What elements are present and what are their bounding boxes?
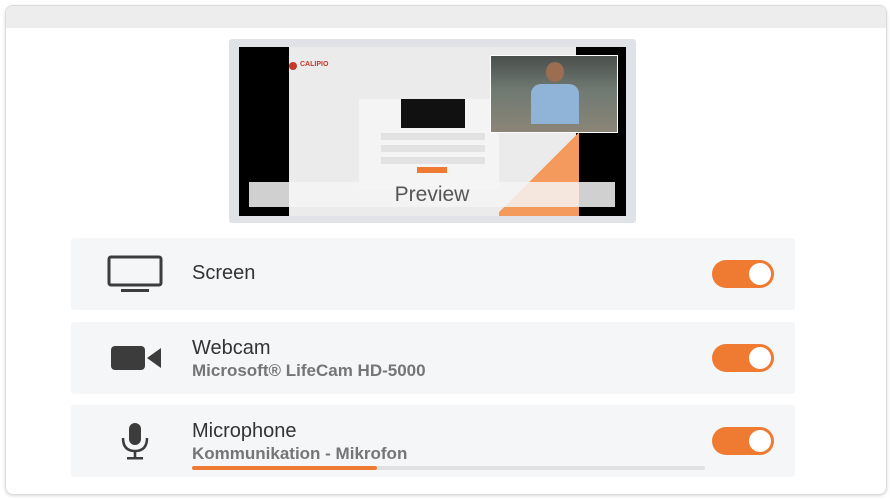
preview-row xyxy=(381,133,485,140)
microphone-device-name: Kommunikation - Mikrofon xyxy=(192,444,408,463)
microphone-level-meter xyxy=(192,466,705,470)
microphone-level-fill xyxy=(192,466,377,470)
toggle-knob xyxy=(749,430,771,452)
webcam-person-head xyxy=(546,62,564,82)
source-row-screen: Screen xyxy=(71,238,795,310)
preview-logo-mark xyxy=(289,62,297,70)
source-row-webcam: Webcam Microsoft® LifeCam HD-5000 xyxy=(71,322,795,394)
microphone-icon xyxy=(107,421,165,461)
panel-top-bar xyxy=(6,6,886,28)
toggle-knob xyxy=(749,347,771,369)
webcam-label: Webcam xyxy=(192,337,271,359)
screen-toggle[interactable] xyxy=(712,260,774,288)
preview-button xyxy=(417,167,447,173)
preview-logo-text: CALIPIO xyxy=(300,61,329,68)
preview-row xyxy=(381,157,485,164)
preview-webcam-overlay xyxy=(490,55,618,133)
toggle-knob xyxy=(749,263,771,285)
microphone-label: Microphone xyxy=(192,420,297,442)
webcam-toggle[interactable] xyxy=(712,344,774,372)
monitor-icon xyxy=(107,254,165,294)
source-row-microphone: Microphone Kommunikation - Mikrofon xyxy=(71,405,795,477)
preview-label: Preview xyxy=(249,182,615,207)
microphone-toggle[interactable] xyxy=(712,427,774,455)
webcam-person xyxy=(531,84,579,124)
webcam-device-name: Microsoft® LifeCam HD-5000 xyxy=(192,361,426,380)
preview-row xyxy=(381,145,485,152)
screen-label: Screen xyxy=(192,262,256,284)
video-camera-icon xyxy=(107,338,165,378)
preview-screen-thumbnail xyxy=(401,99,465,128)
